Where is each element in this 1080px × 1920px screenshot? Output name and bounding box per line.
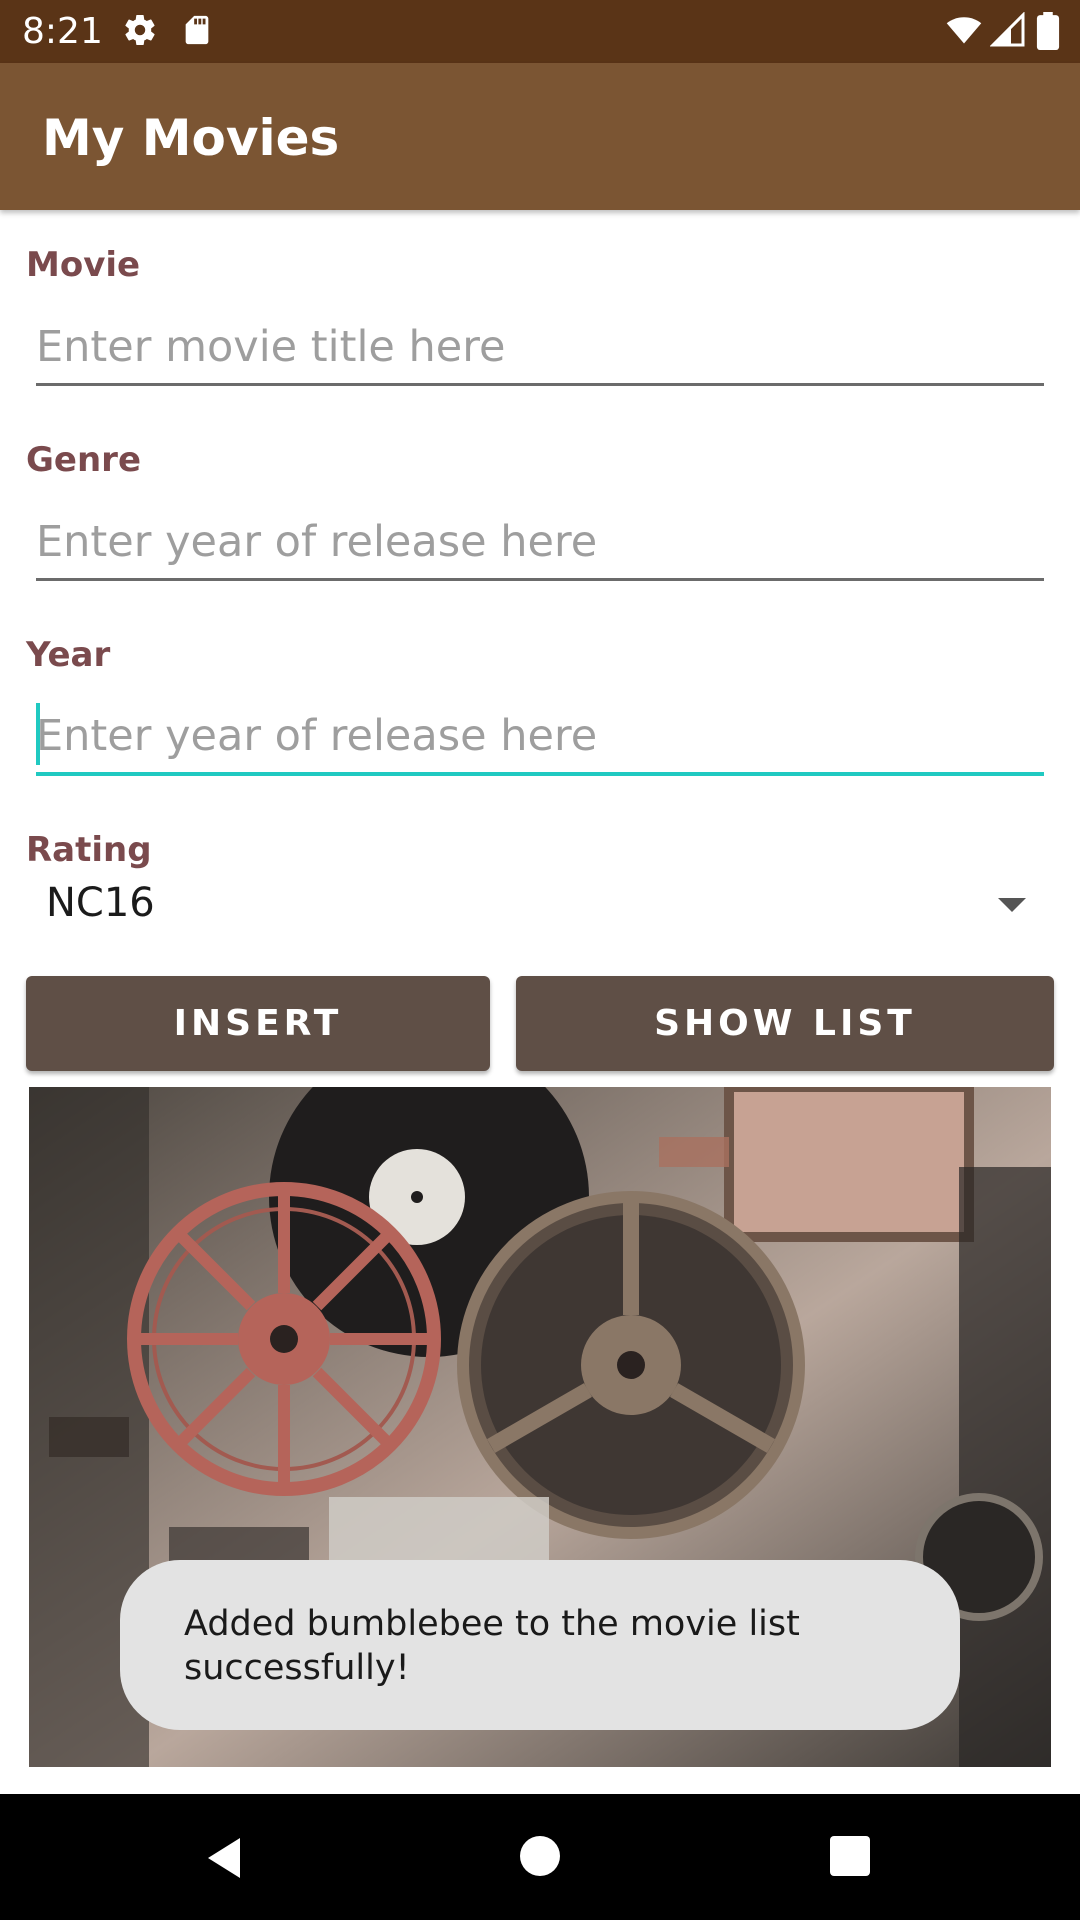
movie-title-input[interactable] bbox=[36, 316, 1044, 386]
status-time: 8:21 bbox=[22, 11, 103, 52]
home-icon[interactable] bbox=[520, 1836, 560, 1876]
year-label: Year bbox=[26, 635, 111, 675]
rating-dropdown[interactable]: NC16 bbox=[26, 870, 1046, 940]
signal-icon bbox=[990, 12, 1025, 47]
movie-label: Movie bbox=[26, 245, 141, 285]
wifi-icon bbox=[946, 17, 982, 44]
genre-label: Genre bbox=[26, 440, 141, 480]
dropdown-arrow-icon bbox=[998, 898, 1026, 912]
toast-message: Added bumblebee to the movie list succes… bbox=[184, 1604, 800, 1688]
rating-label: Rating bbox=[26, 830, 152, 870]
rating-selected-value: NC16 bbox=[46, 880, 155, 926]
toast-notification: Added bumblebee to the movie list succes… bbox=[120, 1560, 960, 1730]
genre-input[interactable] bbox=[36, 511, 1044, 581]
insert-button[interactable]: INSERT bbox=[26, 976, 490, 1071]
text-cursor bbox=[36, 703, 40, 765]
status-bar: 8:21 bbox=[0, 0, 1080, 63]
battery-icon bbox=[1036, 12, 1060, 50]
navigation-bar bbox=[0, 1794, 1080, 1920]
show-list-button[interactable]: SHOW LIST bbox=[516, 976, 1054, 1071]
back-icon[interactable] bbox=[204, 1836, 244, 1880]
year-input[interactable] bbox=[36, 706, 1044, 776]
sd-card-icon bbox=[185, 15, 209, 45]
app-title: My Movies bbox=[42, 109, 340, 167]
gear-icon bbox=[125, 15, 155, 46]
app-bar: My Movies bbox=[0, 63, 1080, 210]
recents-icon[interactable] bbox=[830, 1836, 870, 1876]
